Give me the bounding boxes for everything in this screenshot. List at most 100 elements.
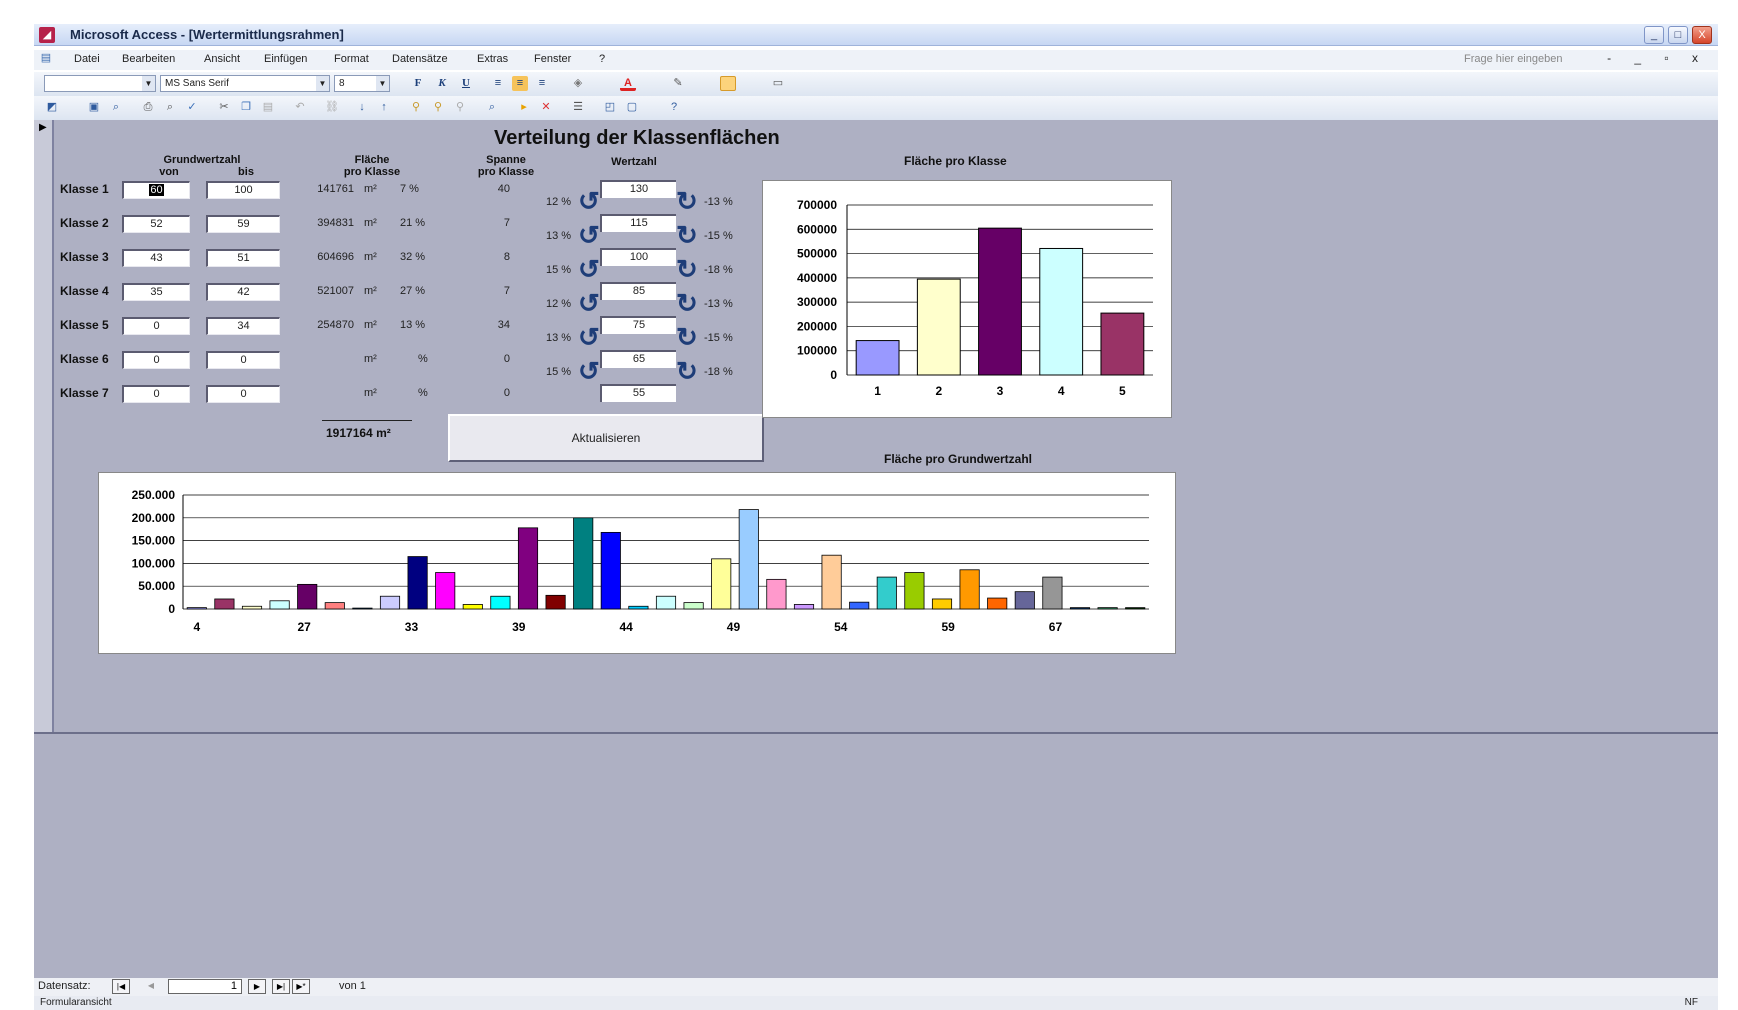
wertzahl-field[interactable]: 65 — [600, 350, 676, 368]
menu-format[interactable]: Format — [334, 53, 369, 65]
chevron-down-icon[interactable]: ▼ — [316, 76, 329, 91]
database-window-icon[interactable]: ◰ — [602, 100, 618, 115]
von-field[interactable]: 60 — [122, 181, 190, 199]
special-effect-icon[interactable]: ▭ — [770, 76, 786, 91]
help-search-field[interactable]: Frage hier eingeben — [1464, 53, 1562, 65]
wertzahl-field[interactable]: 115 — [600, 214, 676, 232]
menu-einfuegen[interactable]: Einfügen — [264, 53, 307, 65]
menu-datei[interactable]: Datei — [74, 53, 100, 65]
wertzahl-field[interactable]: 100 — [600, 248, 676, 266]
print-preview-icon[interactable]: ⌕ — [162, 100, 178, 115]
bold-button[interactable]: F — [410, 76, 426, 91]
align-center-icon[interactable]: ≡ — [512, 76, 528, 91]
italic-button[interactable]: K — [434, 76, 450, 91]
new-record-icon[interactable]: ▸ — [516, 100, 532, 115]
x-tick-label: 4 — [1058, 384, 1065, 398]
filter-by-form-icon[interactable]: ⚲ — [430, 100, 446, 115]
help-icon[interactable]: ? — [666, 100, 682, 115]
font-size-combo[interactable]: 8 ▼ — [334, 75, 390, 92]
copy-icon[interactable]: ❐ — [238, 100, 254, 115]
paste-icon[interactable]: ▤ — [260, 100, 276, 115]
filter-by-selection-icon[interactable]: ⚲ — [408, 100, 424, 115]
object-combo[interactable]: ▼ — [44, 75, 156, 92]
bis-field[interactable]: 42 — [206, 283, 280, 301]
record-selector[interactable]: ▶ — [34, 120, 54, 732]
first-record-button[interactable]: |◀ — [112, 979, 130, 994]
font-combo[interactable]: MS Sans Serif ▼ — [160, 75, 330, 92]
update-button[interactable]: Aktualisieren — [448, 414, 764, 462]
find-icon[interactable]: ⌕ — [484, 100, 500, 115]
menu-bearbeiten[interactable]: Bearbeiten — [122, 53, 175, 65]
apply-filter-icon[interactable]: ⚲ — [452, 100, 468, 115]
chevron-down-icon[interactable]: ▼ — [376, 76, 389, 91]
align-right-icon[interactable]: ≡ — [534, 76, 550, 91]
wertzahl-field[interactable]: 85 — [600, 282, 676, 300]
save-icon[interactable]: ▣ — [86, 100, 102, 115]
properties-icon[interactable]: ☰ — [570, 100, 586, 115]
undo-icon[interactable]: ↶ — [292, 100, 308, 115]
bis-field[interactable]: 51 — [206, 249, 280, 267]
chevron-down-icon[interactable]: ▼ — [142, 76, 155, 91]
previous-record-button[interactable]: ◀ — [142, 979, 160, 994]
font-color-icon[interactable]: A — [620, 76, 636, 91]
align-left-icon[interactable]: ≡ — [490, 76, 506, 91]
bis-field[interactable]: 34 — [206, 317, 280, 335]
von-field[interactable]: 0 — [122, 351, 190, 369]
next-record-button[interactable]: ▶ — [248, 979, 266, 994]
cut-icon[interactable]: ✂ — [216, 100, 232, 115]
header-flaeche-sub: pro Klasse — [343, 166, 401, 178]
access-app-icon[interactable]: ◢ — [39, 27, 55, 43]
wertzahl-field[interactable]: 75 — [600, 316, 676, 334]
print-icon[interactable]: ⎙ — [140, 100, 156, 115]
close-button[interactable]: X — [1692, 26, 1712, 44]
bis-field[interactable]: 59 — [206, 215, 280, 233]
search-icon[interactable]: ⌕ — [108, 100, 124, 115]
record-count: von 1 — [339, 980, 366, 992]
spelling-icon[interactable]: ✓ — [184, 100, 200, 115]
wertzahl-field[interactable]: 55 — [600, 384, 676, 402]
menu-help[interactable]: ? — [599, 53, 605, 65]
von-field[interactable]: 0 — [122, 385, 190, 403]
von-field[interactable]: 52 — [122, 215, 190, 233]
menu-ansicht[interactable]: Ansicht — [204, 53, 240, 65]
wertzahl-field[interactable]: 130 — [600, 180, 676, 198]
bar — [241, 605, 263, 610]
delete-record-icon[interactable]: ✕ — [538, 100, 554, 115]
fill-color-icon[interactable]: ◈ — [570, 76, 586, 91]
y-tick-label: 400000 — [797, 271, 837, 285]
bis-field[interactable]: 0 — [206, 351, 280, 369]
anteil-value: 32 % — [400, 251, 426, 263]
maximize-button[interactable]: □ — [1668, 26, 1688, 44]
new-record-nav-button[interactable]: ▶* — [292, 979, 310, 994]
x-tick-label: 2 — [935, 384, 942, 398]
curved-arrow-icon: ↻ — [676, 322, 698, 352]
von-field[interactable]: 0 — [122, 317, 190, 335]
border-width-icon[interactable] — [720, 76, 736, 91]
unit-label: m² — [364, 285, 377, 297]
mdi-controls[interactable]: - _ ▫ x — [1607, 51, 1708, 65]
line-color-icon[interactable]: ✎ — [670, 76, 686, 91]
spanne-value: 34 — [497, 319, 510, 331]
von-field[interactable]: 43 — [122, 249, 190, 267]
hyperlink-icon[interactable]: ⛓ — [324, 100, 340, 115]
von-field[interactable]: 35 — [122, 283, 190, 301]
y-tick-label: 150.000 — [132, 534, 176, 548]
menu-fenster[interactable]: Fenster — [534, 53, 571, 65]
underline-button[interactable]: U — [458, 76, 474, 91]
bar — [407, 556, 428, 610]
bar — [297, 583, 318, 610]
menu-datensaetze[interactable]: Datensätze — [392, 53, 448, 65]
bis-field[interactable]: 100 — [206, 181, 280, 199]
sort-descending-icon[interactable]: ↑ — [376, 100, 392, 115]
sort-ascending-icon[interactable]: ↓ — [354, 100, 370, 115]
menu-extras[interactable]: Extras — [477, 53, 508, 65]
record-number-field[interactable]: 1 — [168, 979, 242, 994]
view-icon[interactable]: ◩ — [44, 100, 60, 115]
last-record-button[interactable]: ▶| — [272, 979, 290, 994]
bar — [959, 569, 980, 610]
new-object-icon[interactable]: ▢ — [624, 100, 640, 115]
y-tick-label: 0 — [168, 602, 175, 616]
bar — [916, 278, 961, 376]
minimize-button[interactable]: _ — [1644, 26, 1664, 44]
bis-field[interactable]: 0 — [206, 385, 280, 403]
